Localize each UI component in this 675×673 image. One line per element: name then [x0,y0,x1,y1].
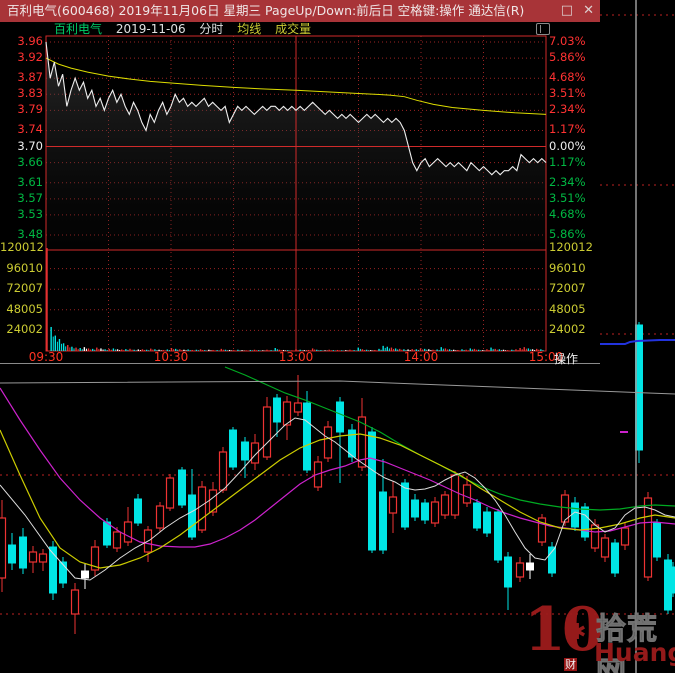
intraday-chart[interactable] [0,0,600,363]
price-axis-label: 3.79 [17,102,43,117]
percent-axis-label: 2.34% [549,174,586,189]
time-axis-label: 10:30 [153,350,189,364]
price-axis-label: 3.61 [17,174,43,189]
intraday-window: 百利电气(600468) 2019年11月06日 星期三 PageUp/Down… [0,0,600,367]
time-axis-label: 14:00 [403,350,439,364]
time-axis-label: 09:30 [28,350,64,364]
price-axis-label: 3.92 [17,50,43,65]
percent-axis-label: 4.68% [549,206,586,221]
price-axis-label: 3.53 [17,206,43,221]
percent-axis-label: 3.51% [549,190,586,205]
percent-axis-label: 5.86% [549,50,586,65]
action-button[interactable]: 操作 [554,350,578,367]
watermark-badge: 财 [564,658,577,671]
screen: 百利电气(600468) 2019年11月06日 星期三 PageUp/Down… [0,0,675,673]
percent-axis-label: 4.68% [549,70,586,85]
price-axis-label: 3.96 [17,34,43,48]
watermark: 10 ✱ 拾荒网 Huang.CN 财 [524,595,675,673]
price-axis-label: 3.57 [17,190,43,205]
gear-icon: ✱ [568,620,587,645]
percent-axis-label: 0.00% [549,138,586,153]
volume-axis-label: 72007 [6,281,43,296]
volume-axis-label: 24002 [549,322,586,337]
volume-axis-label: 96010 [6,260,43,275]
percent-axis-label: 7.03% [549,34,586,48]
percent-axis-label: 2.34% [549,102,586,117]
volume-axis-label: 24002 [6,322,43,337]
percent-axis-label: 1.17% [549,122,586,137]
volume-axis-label: 72007 [549,281,586,296]
price-axis-label: 3.74 [17,122,43,137]
volume-axis-label: 120012 [0,240,44,254]
price-axis-label: 3.66 [17,154,43,169]
percent-axis-label: 1.17% [549,154,586,169]
time-axis-label: 13:00 [278,350,314,364]
watermark-domain: Huang.CN [594,638,675,667]
volume-axis-label: 96010 [549,260,586,275]
price-axis-label: 3.87 [17,70,43,85]
volume-axis-label: 48005 [6,301,43,316]
price-axis-label: 3.70 [17,138,43,153]
volume-axis-label: 120012 [549,240,593,254]
volume-axis-label: 48005 [549,301,586,316]
watermark-number: 10 [524,595,603,665]
price-axis-label: 3.83 [17,86,43,101]
percent-axis-label: 3.51% [549,86,586,101]
